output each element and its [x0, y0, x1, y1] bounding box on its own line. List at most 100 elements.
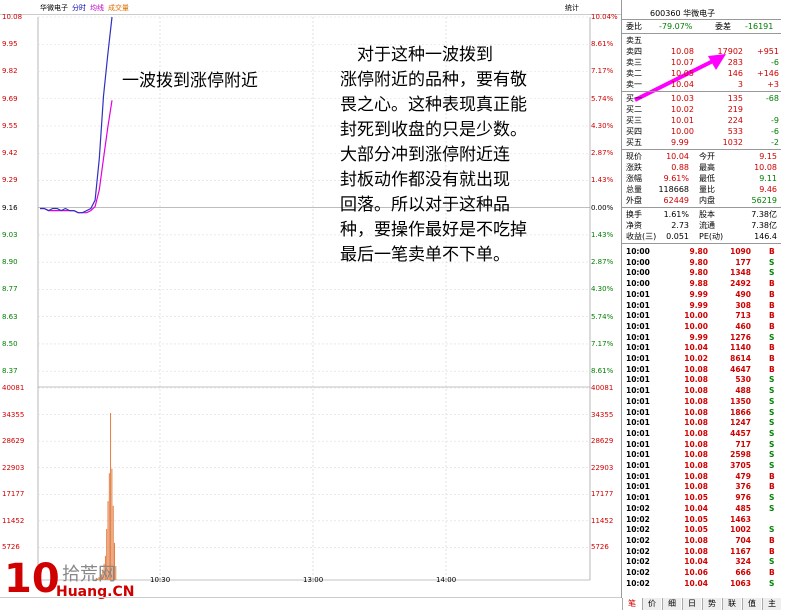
tick-cell: 324: [735, 557, 751, 567]
stat-v2: 7.38亿: [751, 221, 777, 230]
tick-cell: S: [769, 396, 775, 406]
tick-cell: 2598: [730, 450, 751, 460]
tick-cell: 10.08: [684, 375, 708, 385]
tick-cell: S: [769, 407, 775, 417]
annotation-line: 封板动作都没有就出现: [340, 170, 510, 190]
tick-cell: 10.04: [684, 343, 708, 353]
tick-cell: 10:01: [626, 332, 650, 342]
tick-cell: 10.05: [684, 514, 708, 524]
tick-row: 10:02 10.04 324 S: [623, 557, 780, 567]
tick-row: 10:01 9.99 490 B: [623, 290, 780, 300]
tick-row: 10:01 10.08 1247 S: [623, 418, 780, 428]
tick-cell: B: [769, 482, 775, 492]
annotation-small: 一波拨到涨停附近: [122, 71, 258, 91]
tick-cell: 177: [735, 257, 751, 267]
stat-v2: 9.15: [759, 152, 777, 161]
order-label: 买四: [626, 127, 642, 136]
order-row: 卖四 10.08 17902 +951: [623, 46, 780, 57]
weibi-label: 委比: [626, 22, 642, 31]
order-row: 卖一 10.04 3 +3: [623, 79, 780, 90]
bottom-tab[interactable]: 价: [642, 598, 661, 610]
tick-cell: 976: [735, 493, 751, 503]
tick-cell: 10.04: [684, 557, 708, 567]
tick-cell: 2492: [730, 279, 751, 289]
tick-cell: 10:01: [626, 343, 650, 353]
tick-cell: 10:02: [626, 503, 650, 513]
order-vol: 135: [727, 94, 743, 103]
order-vol: 533: [727, 127, 743, 136]
price-tick-label: 9.42: [2, 149, 18, 158]
tick-cell: 10:01: [626, 461, 650, 470]
stat-v2: 9.46: [759, 185, 777, 194]
order-vol: 224: [727, 116, 743, 125]
tick-cell: 10:02: [626, 557, 650, 567]
tick-cell: 10:01: [626, 428, 650, 438]
tick-cell: 10:01: [626, 364, 650, 374]
stat-row: 总量 118668 量比 9.46: [623, 184, 780, 195]
bottom-tab[interactable]: 日: [682, 598, 701, 610]
tick-cell: B: [769, 321, 775, 331]
order-price: 10.01: [671, 116, 694, 125]
stat-l2: PE(动): [699, 232, 724, 241]
tick-cell: 10:01: [626, 482, 650, 492]
tick-row: 10:01 10.08 488 S: [623, 386, 780, 396]
tick-cell: 10:01: [626, 300, 650, 310]
tick-cell: 10:01: [626, 311, 650, 321]
tick-row: 10:01 10.02 8614 B: [623, 354, 780, 364]
stat-row: 涨幅 9.61% 最低 9.11: [623, 173, 780, 184]
order-row: 买五 9.99 1032 -2: [623, 137, 780, 148]
tick-cell: 10:01: [626, 386, 650, 396]
bottom-tab[interactable]: 值: [742, 598, 761, 610]
price-tick-label: 9.16: [2, 203, 18, 212]
tick-cell: 376: [735, 482, 751, 492]
order-price: 10.05: [671, 69, 694, 78]
bottom-tab[interactable]: 细: [662, 598, 681, 610]
watermark-number: 10: [4, 556, 60, 602]
stat-v1: 118668: [658, 185, 689, 194]
order-chg: +146: [757, 69, 779, 78]
price-tick-label: 9.29: [2, 176, 18, 185]
price-tick-label: 8.50: [2, 339, 18, 348]
order-row: 买三 10.01 224 -9: [623, 115, 780, 126]
stat-row: 外盘 62449 内盘 56219: [623, 195, 780, 206]
order-chg: -68: [765, 94, 779, 103]
bottom-tab[interactable]: 主: [762, 598, 781, 610]
tick-cell: 10.05: [684, 525, 708, 535]
order-price: 10.07: [671, 58, 694, 67]
bottom-strip: [0, 597, 621, 613]
tick-cell: 10.05: [684, 493, 708, 503]
tick-cell: 1348: [730, 268, 751, 278]
tick-cell: 10.08: [684, 439, 708, 449]
stat-l2: 股本: [699, 210, 715, 219]
tick-cell: 10.08: [684, 546, 708, 556]
tick-row: 10:01 10.08 4647 B: [623, 365, 780, 375]
volume-tick-label: 5726: [2, 543, 20, 552]
tick-cell: 10.08: [684, 535, 708, 545]
bottom-tab[interactable]: 笔: [622, 598, 641, 610]
stat-l1: 外盘: [626, 196, 642, 205]
tick-row: 10:01 10.00 713 B: [623, 311, 780, 321]
tick-row: 10:02 10.08 704 B: [623, 536, 780, 546]
stat-v1: 0.051: [666, 232, 689, 241]
tick-row: 10:01 10.08 3705 S: [623, 461, 780, 471]
order-vol: 146: [727, 69, 743, 78]
bottom-tab[interactable]: 联: [722, 598, 741, 610]
price-tick-label: 9.95: [2, 40, 18, 49]
tick-cell: 9.99: [689, 289, 708, 299]
price-tick-label: 9.55: [2, 121, 18, 130]
tick-cell: B: [769, 354, 775, 363]
stat-v2: 7.38亿: [751, 210, 777, 219]
tick-cell: 10:01: [626, 321, 650, 331]
tick-cell: 10:00: [626, 247, 650, 256]
tick-row: 10:02 10.05 1463: [623, 515, 780, 525]
bottom-tab[interactable]: 势: [702, 598, 721, 610]
volume-tick-label: 40081: [2, 384, 25, 392]
tick-cell: 460: [735, 321, 751, 331]
tick-cell: S: [769, 268, 775, 278]
tick-cell: 10:02: [626, 525, 650, 535]
tick-cell: 713: [735, 311, 751, 321]
order-row: 卖五: [623, 35, 780, 46]
tick-cell: 1866: [730, 407, 751, 417]
tick-cell: 10:02: [626, 578, 650, 588]
price-tick-label: 8.90: [2, 258, 18, 267]
